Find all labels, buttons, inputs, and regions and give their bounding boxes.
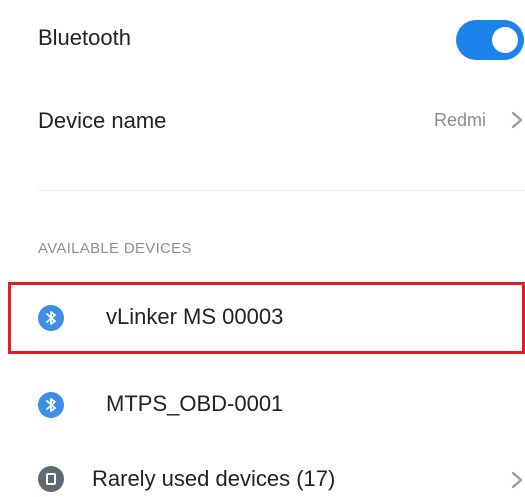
highlight-box bbox=[8, 282, 525, 354]
device-name-value: Redmi bbox=[434, 110, 487, 130]
chevron-right-icon bbox=[511, 471, 523, 489]
chevron-right-icon bbox=[511, 111, 523, 129]
section-divider bbox=[38, 190, 525, 191]
bluetooth-row[interactable]: Bluetooth bbox=[0, 0, 525, 80]
rarely-used-devices-label: Rarely used devices (17) bbox=[92, 466, 336, 491]
device-row-mtps[interactable]: MTPS_OBD-0001 bbox=[0, 370, 525, 440]
device-list-icon bbox=[38, 466, 64, 492]
device-name-label: Device name bbox=[38, 108, 167, 133]
device-name: MTPS_OBD-0001 bbox=[106, 391, 284, 416]
toggle-knob bbox=[492, 27, 518, 53]
device-name-row[interactable]: Device name Redmi bbox=[0, 90, 525, 160]
rarely-used-devices-row[interactable]: Rarely used devices (17) bbox=[0, 448, 525, 497]
bluetooth-toggle[interactable] bbox=[456, 20, 524, 60]
available-devices-header: AVAILABLE DEVICES bbox=[38, 240, 192, 257]
bluetooth-label: Bluetooth bbox=[38, 25, 131, 50]
bluetooth-icon bbox=[38, 392, 64, 418]
